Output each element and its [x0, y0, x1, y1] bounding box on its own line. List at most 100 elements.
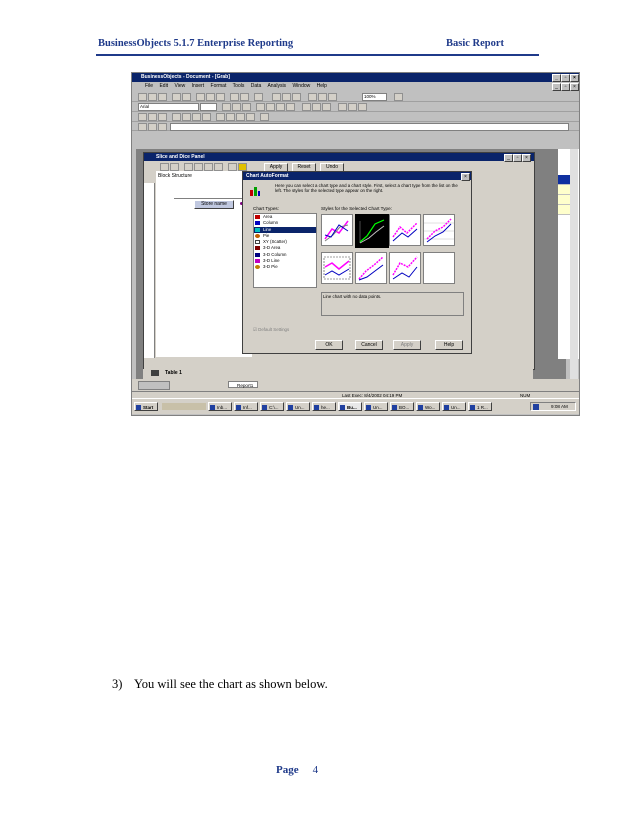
paste-icon[interactable]	[216, 93, 225, 101]
start-button[interactable]: Start	[134, 402, 158, 411]
font-color-icon[interactable]	[358, 103, 367, 111]
close-icon[interactable]: ×	[570, 74, 579, 82]
menu-file[interactable]: File	[145, 83, 153, 89]
menu-analysis[interactable]: Analysis	[267, 83, 286, 89]
style-thumbnail[interactable]	[321, 252, 353, 284]
filter-icon[interactable]	[182, 113, 191, 121]
currency-icon[interactable]	[302, 103, 311, 111]
vertical-scrollbar[interactable]	[570, 149, 578, 379]
justify-icon[interactable]	[286, 103, 295, 111]
cut-icon[interactable]	[196, 93, 205, 101]
tray-icon[interactable]	[533, 404, 539, 410]
table-view-icon[interactable]	[170, 163, 179, 171]
menu-view[interactable]: View	[174, 83, 185, 89]
task-he[interactable]: he...	[312, 402, 336, 411]
refresh-icon[interactable]	[254, 93, 263, 101]
align-left-icon[interactable]	[256, 103, 265, 111]
section-icon[interactable]	[214, 163, 223, 171]
style-thumbnail[interactable]	[389, 252, 421, 284]
menu-help[interactable]: Help	[317, 83, 327, 89]
break-icon[interactable]	[172, 113, 181, 121]
variable-icon[interactable]	[236, 113, 245, 121]
align-right-icon[interactable]	[276, 103, 285, 111]
menu-tools[interactable]: Tools	[233, 83, 245, 89]
menu-data[interactable]: Data	[251, 83, 262, 89]
pivot-icon[interactable]	[184, 163, 193, 171]
store-name-field[interactable]: Store name	[194, 200, 234, 209]
chart-type-3d-pie[interactable]: 3-D Pie	[254, 264, 316, 270]
formula-edit-icon[interactable]	[138, 123, 147, 131]
bold-icon[interactable]	[222, 103, 231, 111]
ranking-icon[interactable]	[228, 163, 237, 171]
task-un-3[interactable]: Un...	[442, 402, 466, 411]
menu-format[interactable]: Format	[211, 83, 227, 89]
sort-icon[interactable]	[192, 113, 201, 121]
task-1r[interactable]: 1 R...	[468, 402, 492, 411]
task-bo[interactable]: BO...	[390, 402, 414, 411]
save-icon[interactable]	[158, 93, 167, 101]
redo-icon[interactable]	[240, 93, 249, 101]
underline-icon[interactable]	[242, 103, 251, 111]
preview-icon[interactable]	[182, 93, 191, 101]
decimal-icon[interactable]	[322, 103, 331, 111]
style-thumbnail[interactable]	[321, 214, 353, 246]
formula-icon[interactable]	[246, 113, 255, 121]
undo-icon[interactable]	[230, 93, 239, 101]
style-thumbnail-empty[interactable]	[423, 252, 455, 284]
apply-dialog-button[interactable]: Apply	[393, 340, 421, 350]
doc-close-icon[interactable]: ×	[570, 83, 579, 91]
slice-dice-icon[interactable]	[308, 93, 317, 101]
alerter-icon[interactable]	[226, 113, 235, 121]
cancel-button[interactable]: Cancel	[355, 340, 383, 350]
help-button[interactable]: Help	[435, 340, 463, 350]
sum-icon[interactable]	[216, 113, 225, 121]
italic-icon[interactable]	[232, 103, 241, 111]
percent-icon[interactable]	[312, 103, 321, 111]
insert-row-icon[interactable]	[148, 113, 157, 121]
size-combo[interactable]	[200, 103, 217, 111]
panel-close-icon[interactable]: ×	[522, 154, 531, 162]
style-thumbnail[interactable]	[389, 214, 421, 246]
drill-icon[interactable]	[260, 113, 269, 121]
task-inf[interactable]: Inf...	[234, 402, 258, 411]
maximize-icon[interactable]: ▫	[561, 74, 570, 82]
panel-minimize-icon[interactable]: _	[504, 154, 513, 162]
calculation-icon[interactable]	[238, 163, 247, 171]
rotate-icon[interactable]	[194, 163, 203, 171]
chart-icon[interactable]	[292, 93, 301, 101]
swap-icon[interactable]	[204, 163, 213, 171]
table-icon[interactable]	[272, 93, 281, 101]
insert-col-icon[interactable]	[158, 113, 167, 121]
doc-restore-icon[interactable]: ▫	[561, 83, 570, 91]
help-icon[interactable]	[394, 93, 403, 101]
insert-cell-icon[interactable]	[138, 113, 147, 121]
formula-accept-icon[interactable]	[158, 123, 167, 131]
copy-icon[interactable]	[206, 93, 215, 101]
menu-window[interactable]: Window	[292, 83, 310, 89]
menu-insert[interactable]: Insert	[192, 83, 205, 89]
table-tab[interactable]: Table 1	[165, 370, 182, 376]
find-icon[interactable]	[318, 93, 327, 101]
tab-scroll-buttons[interactable]	[138, 381, 170, 390]
task-businessobjects[interactable]: Bu...	[338, 402, 362, 411]
style-thumbnail[interactable]	[355, 252, 387, 284]
crosstab-icon[interactable]	[282, 93, 291, 101]
chart-types-list[interactable]: Area Column Line Pie XY (Scatter) 3-D Ar…	[253, 213, 317, 288]
minimize-icon[interactable]: _	[552, 74, 561, 82]
default-settings-checkbox[interactable]: ☑ Default Settings	[253, 327, 289, 333]
task-un-2[interactable]: Un...	[364, 402, 388, 411]
dialog-close-icon[interactable]: ×	[461, 173, 470, 181]
panel-restore-icon[interactable]: ▫	[513, 154, 522, 162]
align-center-icon[interactable]	[266, 103, 275, 111]
new-icon[interactable]	[138, 93, 147, 101]
task-c-drive[interactable]: C:\...	[260, 402, 284, 411]
ok-button[interactable]: OK	[315, 340, 343, 350]
task-inbox[interactable]: Inb...	[208, 402, 232, 411]
borders-icon[interactable]	[338, 103, 347, 111]
style-thumbnail[interactable]	[423, 214, 455, 246]
zoom-icon[interactable]	[328, 93, 337, 101]
formula-cancel-icon[interactable]	[148, 123, 157, 131]
doc-minimize-icon[interactable]: _	[552, 83, 561, 91]
fill-color-icon[interactable]	[348, 103, 357, 111]
open-icon[interactable]	[148, 93, 157, 101]
